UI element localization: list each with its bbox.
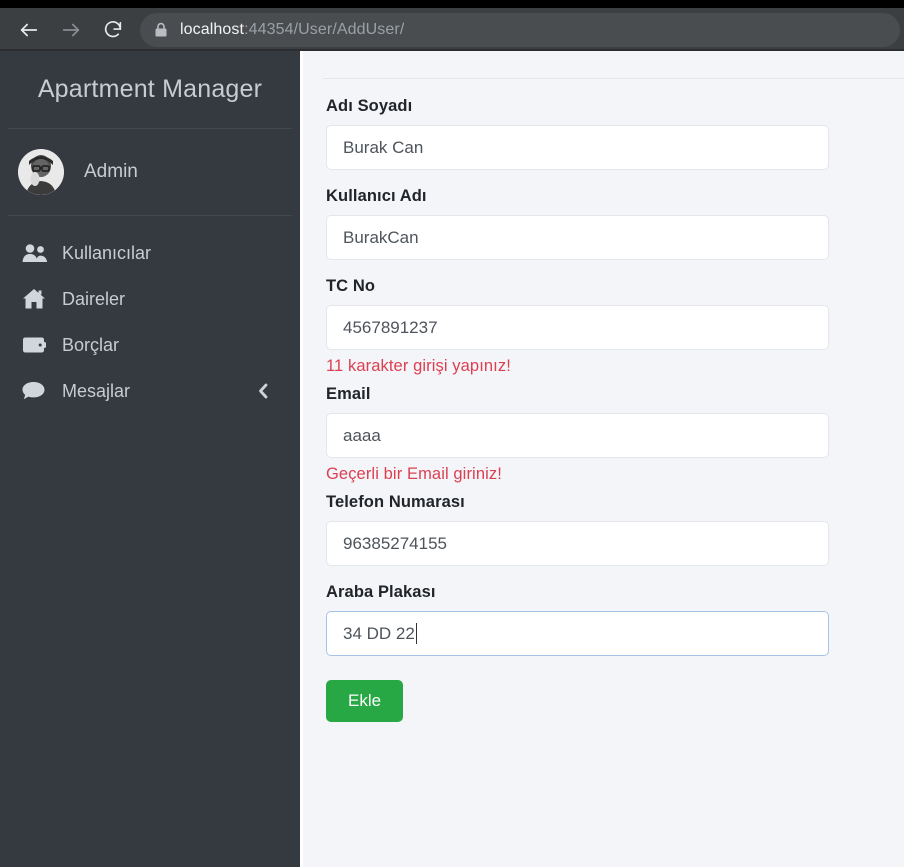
- input-telefon[interactable]: 96385274155: [326, 521, 829, 566]
- url-text: localhost:44354/User/AddUser/: [180, 21, 404, 39]
- error-tc-no: 11 karakter girişi yapınız!: [326, 357, 511, 375]
- sidebar-item-daireler[interactable]: Daireler: [0, 276, 300, 322]
- lock-icon: [154, 22, 168, 38]
- content-top-divider: [323, 78, 904, 79]
- input-value: 34 DD 22: [343, 623, 415, 643]
- field-group-tc-no: TC No 4567891237 11 karakter girişi yapı…: [326, 277, 829, 376]
- input-tc-no[interactable]: 4567891237: [326, 305, 829, 350]
- label-kullanici-adi: Kullanıcı Adı: [326, 187, 427, 205]
- input-value: 4567891237: [343, 317, 438, 337]
- avatar: [18, 149, 64, 195]
- input-araba-plakasi[interactable]: 34 DD 22: [326, 611, 829, 656]
- sidebar-user-block[interactable]: Admin: [0, 129, 300, 215]
- field-group-adi-soyadi: Adı Soyadı Burak Can: [326, 97, 829, 170]
- wallet-icon: [22, 334, 50, 356]
- chevron-left-icon[interactable]: [257, 382, 270, 400]
- arrow-left-icon: [18, 19, 40, 41]
- label-email: Email: [326, 385, 371, 403]
- label-araba-plakasi: Araba Plakası: [326, 583, 436, 601]
- field-group-araba-plakasi: Araba Plakası 34 DD 22: [326, 583, 829, 656]
- sidebar-item-label: Kullanıcılar: [62, 243, 152, 263]
- input-value: 96385274155: [343, 533, 448, 553]
- sidebar-item-kullanicilar[interactable]: Kullanıcılar: [0, 230, 300, 276]
- forward-button[interactable]: [50, 9, 92, 51]
- url-host: localhost: [180, 20, 245, 38]
- input-value: aaaa: [343, 425, 381, 445]
- sidebar-item-mesajlar[interactable]: Mesajlar: [0, 368, 300, 414]
- sidebar-user-name: Admin: [84, 161, 138, 182]
- chat-bubble-icon: [22, 380, 50, 402]
- main-content: Adı Soyadı Burak Can Kullanıcı Adı Burak…: [300, 51, 904, 867]
- label-tc-no: TC No: [326, 277, 376, 295]
- text-cursor: [415, 623, 417, 644]
- reload-button[interactable]: [92, 9, 134, 51]
- input-kullanici-adi[interactable]: BurakCan: [326, 215, 829, 260]
- label-telefon: Telefon Numarası: [326, 493, 465, 511]
- error-email: Geçerli bir Email giriniz!: [326, 465, 502, 483]
- browser-toolbar: localhost:44354/User/AddUser/: [0, 8, 904, 51]
- home-icon: [22, 288, 50, 310]
- input-value: BurakCan: [343, 227, 419, 247]
- input-email[interactable]: aaaa: [326, 413, 829, 458]
- input-value: Burak Can: [343, 137, 424, 157]
- sidebar-nav: Kullanıcılar Daireler Borçlar Mesajlar: [0, 216, 300, 414]
- address-bar[interactable]: localhost:44354/User/AddUser/: [140, 12, 900, 47]
- arrow-right-icon: [60, 19, 82, 41]
- sidebar-item-label: Borçlar: [62, 335, 120, 355]
- add-user-form: Adı Soyadı Burak Can Kullanıcı Adı Burak…: [326, 97, 829, 722]
- sidebar-item-label: Mesajlar: [62, 381, 131, 401]
- users-icon: [22, 242, 50, 264]
- sidebar: Apartment Manager Admin Kullanıcılar Dai…: [0, 51, 300, 867]
- browser-tab-strip: [0, 0, 904, 8]
- submit-button[interactable]: Ekle: [326, 680, 404, 722]
- sidebar-item-label: Daireler: [62, 289, 126, 309]
- back-button[interactable]: [8, 9, 50, 51]
- app-title: Apartment Manager: [37, 75, 263, 103]
- input-adi-soyadi[interactable]: Burak Can: [326, 125, 829, 170]
- field-group-telefon: Telefon Numarası 96385274155: [326, 493, 829, 566]
- field-group-email: Email aaaa Geçerli bir Email giriniz!: [326, 385, 829, 484]
- url-path: :44354/User/AddUser/: [244, 20, 405, 38]
- sidebar-item-borclar[interactable]: Borçlar: [0, 322, 300, 368]
- page-body: Apartment Manager Admin Kullanıcılar Dai…: [0, 51, 904, 867]
- reload-icon: [102, 19, 124, 41]
- field-group-kullanici-adi: Kullanıcı Adı BurakCan: [326, 187, 829, 260]
- label-adi-soyadi: Adı Soyadı: [326, 97, 413, 115]
